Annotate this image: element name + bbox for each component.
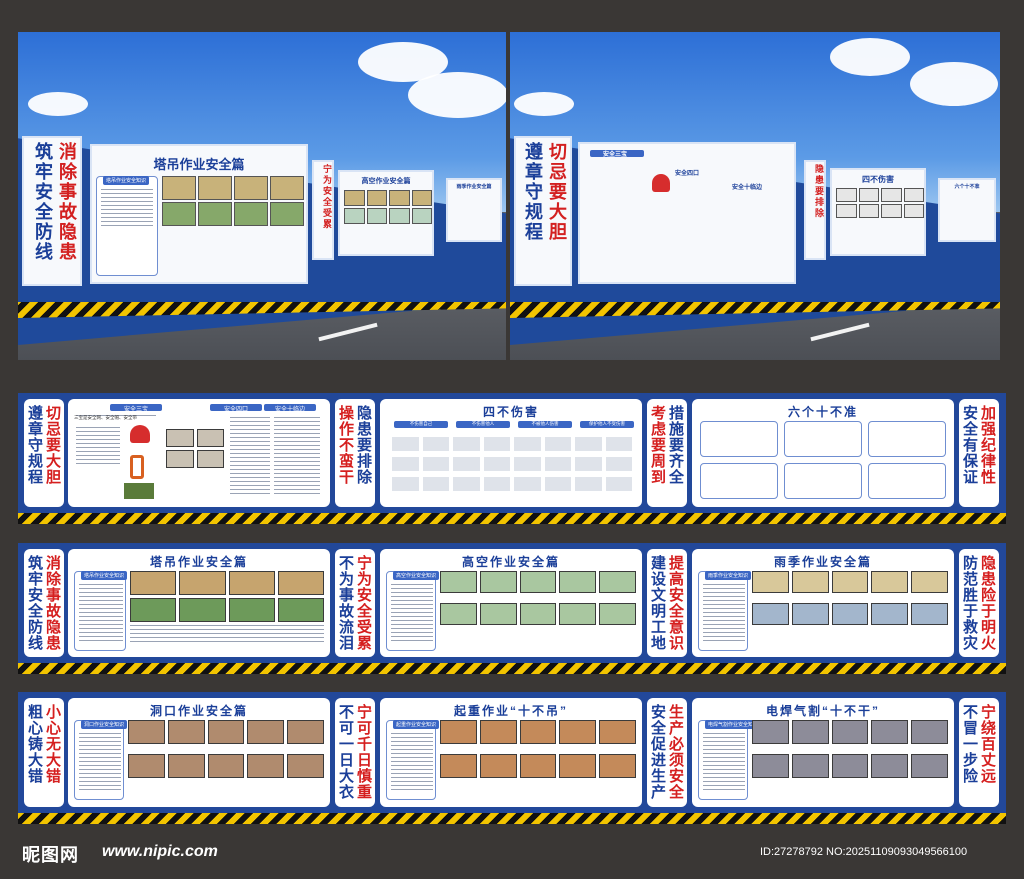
mock-side-slogan: 宁为安全受累 [312, 160, 334, 260]
row3-slogan-left: 小心无大错 粗心铸大错 [24, 698, 64, 807]
row3-panel-opening: 洞口作业安全篇 洞口作业安全知识 [68, 698, 330, 807]
row2-panel-rain: 雨季作业安全篇 雨季作业安全知识 [692, 549, 954, 657]
mock-slogan-panel: 消除事故隐患 筑牢安全防线 [22, 136, 82, 286]
mock-tower-panel: 塔吊作业安全篇 塔吊作业安全知识 [90, 144, 308, 284]
row2-slogan-mid: 宁为安全受累 不为事故流泪 [335, 549, 375, 657]
row2-slogan-left: 消除事故隐患 筑牢安全防线 [24, 549, 64, 657]
row1-panel-six-ten: 六个十不准 [692, 399, 954, 507]
mockup-left: 消除事故隐患 筑牢安全防线 塔吊作业安全篇 塔吊作业安全知识 宁为安全受累 高空… [18, 32, 506, 360]
site-url[interactable]: www.nipic.com [102, 843, 218, 861]
mock-four-no: 四不伤害 [830, 168, 926, 256]
mockup-right: 切忌要大胆 遵章守规程 安全三宝 安全四口 安全十临边 隐患要排除 四不伤害 六… [510, 32, 1000, 360]
mock-three-treasures: 安全三宝 安全四口 安全十临边 [578, 142, 796, 284]
row1-slogan-right: 加强纪律性 安全有保证 [959, 399, 999, 507]
mock-height-panel: 高空作业安全篇 [338, 170, 434, 256]
row1-panel-four-no: 四不伤害 不伤害自己 不伤害他人 不被他人伤害 保护他人不受伤害 [380, 399, 642, 507]
mock-slogan-panel-2: 切忌要大胆 遵章守规程 [514, 136, 572, 286]
image-id: ID:27278792 NO:20251109093049566100 [760, 846, 968, 858]
row3-slogan-right: 宁绕百丈远 不冒一步险 [959, 698, 999, 807]
row3-panel-welding: 电焊气割“十不干” 电焊气割作业安全知识 [692, 698, 954, 807]
row2-slogan-mid2: 提高安全意识 建设文明工地 [647, 549, 687, 657]
site-logo[interactable]: 昵图网 [22, 841, 79, 867]
row1-slogan-mid2: 措施要齐全 考虑要周到 [647, 399, 687, 507]
row2-slogan-right: 隐患险于明火 防范胜于救灾 [959, 549, 999, 657]
row3-panel-lifting: 起重作业“十不吊” 起重作业安全知识 [380, 698, 642, 807]
row2-panel-tower: 塔吊作业安全篇 塔吊作业安全知识 [68, 549, 330, 657]
row2-panel-height: 高空作业安全篇 高空作业安全知识 [380, 549, 642, 657]
watermark-footer: 昵图网 www.nipic.com ID:27278792 NO:2025110… [0, 835, 1024, 879]
row3-slogan-mid2: 生产必须安全 安全促进生产 [647, 698, 687, 807]
row3-slogan-mid: 宁可千日慎重 不可一日大衣 [335, 698, 375, 807]
row1-panel-safety-items: 安全三宝 三宝是安全网、安全帽、安全带 安全四口 安全十临边 [68, 399, 330, 507]
mock-side-slogan-2: 隐患要排除 [804, 160, 826, 260]
row1-slogan-left: 切忌要大胆 遵章守规程 [24, 399, 64, 507]
mock-rain-panel: 雨季作业安全篇 [446, 178, 502, 242]
mock-six-ten: 六个十不准 [938, 178, 996, 242]
row1-slogan-mid: 隐患要排除 操作不蛮干 [335, 399, 375, 507]
